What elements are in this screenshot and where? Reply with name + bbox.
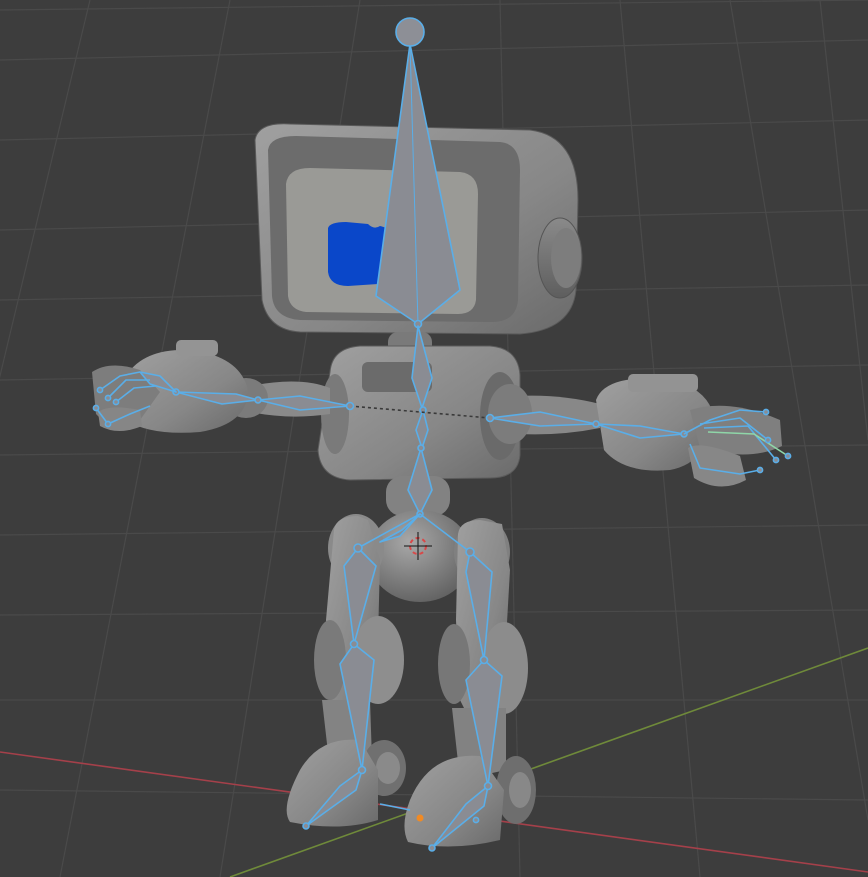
3d-viewport[interactable] bbox=[0, 0, 868, 877]
bone-head-tail-joint[interactable] bbox=[395, 17, 425, 47]
origin-dot-icon bbox=[416, 814, 424, 822]
robot-arm-left[interactable] bbox=[92, 340, 330, 433]
